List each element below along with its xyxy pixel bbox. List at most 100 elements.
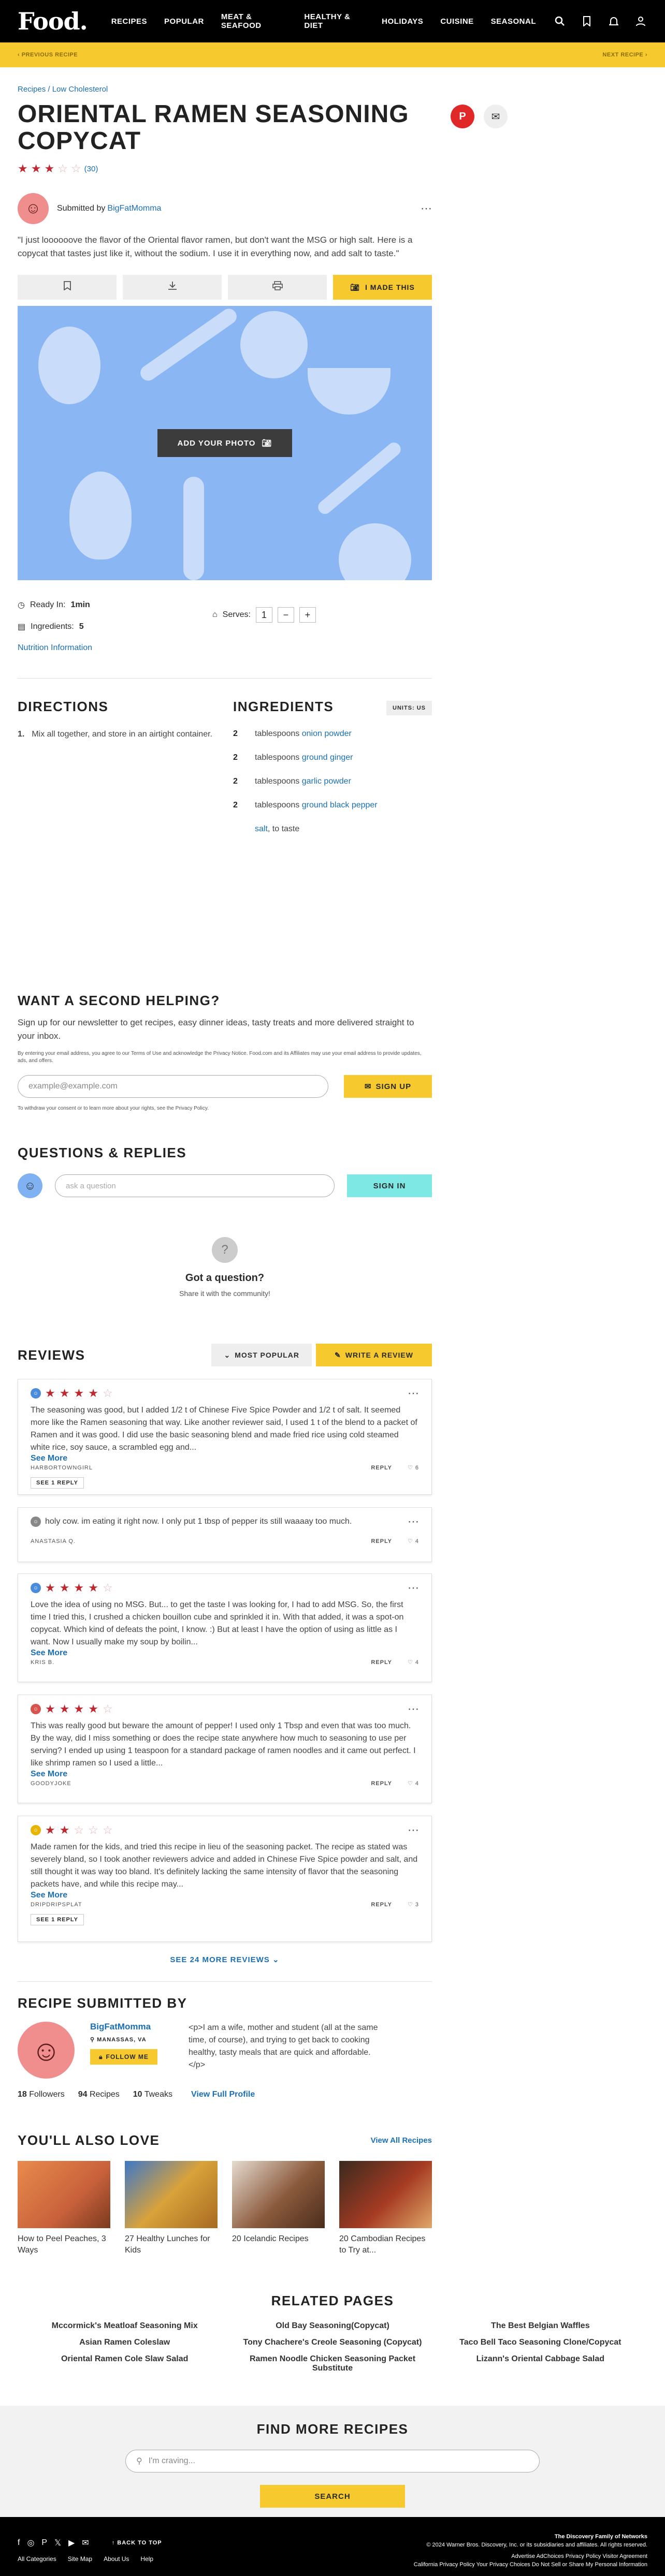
save-button[interactable] — [18, 275, 117, 300]
email-icon[interactable]: ✉ — [484, 105, 508, 128]
footer-network[interactable]: The Discovery Family of Networks — [414, 2533, 647, 2541]
nav-item-healthy-diet[interactable]: HEALTHY & DIET — [304, 12, 365, 30]
related-link[interactable]: Lizann's Oriental Cabbage Salad — [437, 2354, 644, 2373]
servings-value[interactable]: 1 — [255, 607, 272, 623]
recipe-card-title[interactable]: 20 Icelandic Recipes — [232, 2233, 325, 2245]
more-options-icon[interactable]: ⋯ — [408, 1702, 419, 1716]
see-more-link[interactable]: See More — [31, 1454, 67, 1463]
reply-button[interactable]: REPLY — [371, 1659, 392, 1666]
nav-item-recipes[interactable]: RECIPES — [111, 17, 147, 26]
bookmark-icon[interactable] — [580, 14, 594, 28]
review-user[interactable]: HARBORTOWNGIRL — [31, 1465, 93, 1471]
related-link[interactable]: Tony Chachere's Creole Seasoning (Copyca… — [228, 2338, 436, 2347]
previous-recipe-link[interactable]: ‹ PREVIOUS RECIPE — [18, 52, 78, 58]
nav-item-meat-seafood[interactable]: MEAT & SEAFOOD — [221, 12, 287, 30]
footer-link[interactable]: Site Map — [68, 2555, 92, 2563]
print-button[interactable] — [228, 275, 327, 300]
more-options-icon[interactable]: ⋯ — [408, 1823, 419, 1837]
reply-button[interactable]: REPLY — [371, 1780, 392, 1787]
recipe-thumbnail[interactable] — [232, 2161, 325, 2228]
review-user[interactable]: GOODYJOKE — [31, 1780, 71, 1787]
see-more-link[interactable]: See More — [31, 1770, 67, 1778]
see-more-link[interactable]: See More — [31, 1648, 67, 1657]
add-photo-button[interactable]: ADD YOUR PHOTO 📷︎ — [157, 429, 292, 457]
nav-item-seasonal[interactable]: SEASONAL — [491, 17, 536, 26]
view-full-profile-link[interactable]: View Full Profile — [191, 2090, 255, 2099]
email-icon[interactable]: ✉ — [82, 2538, 89, 2548]
ingredient-link[interactable]: ground black pepper — [302, 801, 378, 809]
recipe-rating[interactable]: ★ ★ ★ ☆ ☆ (30) — [18, 162, 432, 175]
sign-in-button[interactable]: SIGN IN — [347, 1174, 432, 1197]
more-options-icon[interactable]: ⋯ — [421, 202, 432, 215]
site-logo[interactable]: Food. — [18, 7, 88, 35]
reply-button[interactable]: REPLY — [371, 1902, 392, 1908]
avatar[interactable]: ☺ — [18, 193, 49, 224]
write-review-button[interactable]: ✎ WRITE A REVIEW — [316, 1344, 432, 1366]
see-more-reviews-button[interactable]: SEE 24 MORE REVIEWS ⌄ — [18, 1955, 432, 1964]
recipe-card[interactable]: 27 Healthy Lunches for Kids — [125, 2161, 218, 2256]
more-options-icon[interactable]: ⋯ — [408, 1387, 419, 1400]
nav-item-cuisine[interactable]: CUISINE — [440, 17, 473, 26]
see-replies-button[interactable]: SEE 1 REPLY — [31, 1477, 84, 1489]
recipe-card[interactable]: 20 Icelandic Recipes — [232, 2161, 325, 2256]
avatar[interactable]: ☺ — [18, 2022, 75, 2079]
footer-link[interactable]: About Us — [104, 2555, 129, 2563]
reply-button[interactable]: REPLY — [371, 1465, 392, 1471]
submitter-name[interactable]: BigFatMomma — [90, 2022, 151, 2032]
ingredient-link[interactable]: ground ginger — [302, 753, 353, 762]
download-button[interactable] — [123, 275, 222, 300]
related-link[interactable]: Ramen Noodle Chicken Seasoning Packet Su… — [228, 2354, 436, 2373]
rating-count-link[interactable]: (30) — [84, 165, 98, 173]
next-recipe-link[interactable]: NEXT RECIPE › — [602, 52, 647, 58]
ingredient-link[interactable]: onion powder — [302, 729, 352, 738]
related-link[interactable]: The Best Belgian Waffles — [437, 2321, 644, 2331]
related-link[interactable]: Mccormick's Meatloaf Seasoning Mix — [21, 2321, 228, 2331]
like-button[interactable]: ♡ 4 — [408, 1659, 419, 1666]
question-input[interactable]: ask a question — [55, 1174, 335, 1197]
recipe-card[interactable]: How to Peel Peaches, 3 Ways — [18, 2161, 110, 2256]
related-link[interactable]: Oriental Ramen Cole Slaw Salad — [21, 2354, 228, 2373]
facebook-icon[interactable]: f — [18, 2538, 20, 2548]
follow-button[interactable]: 🔒︎ FOLLOW ME — [90, 2049, 157, 2065]
see-replies-button[interactable]: SEE 1 REPLY — [31, 1914, 84, 1925]
footer-policy-links[interactable]: Advertise AdChoices Privacy Policy Visit… — [414, 2552, 647, 2560]
footer-privacy-links[interactable]: California Privacy Policy Your Privacy C… — [414, 2560, 647, 2569]
recipe-card-title[interactable]: 20 Cambodian Recipes to Try at... — [339, 2233, 432, 2256]
sort-reviews-button[interactable]: ⌄ MOST POPULAR — [211, 1344, 312, 1366]
bell-icon[interactable] — [607, 14, 620, 28]
ingredient-link[interactable]: garlic powder — [302, 777, 351, 786]
review-user[interactable]: ANASTASIA Q. — [31, 1538, 76, 1544]
youtube-icon[interactable]: ▶ — [68, 2538, 75, 2548]
like-button[interactable]: ♡ 4 — [408, 1538, 419, 1545]
breadcrumb[interactable]: Recipes / Low Cholesterol — [18, 85, 432, 94]
more-options-icon[interactable]: ⋯ — [408, 1515, 419, 1528]
author-link[interactable]: BigFatMomma — [107, 204, 161, 213]
decrease-servings-button[interactable]: − — [277, 607, 294, 623]
search-button[interactable]: SEARCH — [260, 2485, 405, 2508]
i-made-this-button[interactable]: 📷︎ I MADE THIS — [333, 275, 432, 300]
sign-up-button[interactable]: ✉ SIGN UP — [344, 1075, 432, 1098]
user-icon[interactable] — [634, 14, 647, 28]
nav-item-popular[interactable]: POPULAR — [164, 17, 204, 26]
nav-item-holidays[interactable]: HOLIDAYS — [382, 17, 423, 26]
view-all-recipes-link[interactable]: View All Recipes — [371, 2136, 432, 2145]
related-link[interactable]: Old Bay Seasoning(Copycat) — [228, 2321, 436, 2331]
email-field[interactable]: example@example.com — [18, 1075, 328, 1098]
reply-button[interactable]: REPLY — [371, 1538, 392, 1544]
footer-link[interactable]: Help — [140, 2555, 153, 2563]
twitter-icon[interactable]: 𝕏 — [54, 2538, 61, 2548]
craving-search-input[interactable]: ⚲ I'm craving... — [125, 2450, 540, 2472]
footer-link[interactable]: All Categories — [18, 2555, 56, 2563]
ingredient-link[interactable]: salt — [255, 825, 268, 833]
recipe-card[interactable]: 20 Cambodian Recipes to Try at... — [339, 2161, 432, 2256]
like-button[interactable]: ♡ 4 — [408, 1780, 419, 1787]
recipe-card-title[interactable]: How to Peel Peaches, 3 Ways — [18, 2233, 110, 2256]
related-link[interactable]: Asian Ramen Coleslaw — [21, 2338, 228, 2347]
increase-servings-button[interactable]: + — [299, 607, 316, 623]
nutrition-link[interactable]: Nutrition Information — [18, 643, 432, 653]
units-toggle[interactable]: UNITS: US — [386, 701, 432, 715]
back-to-top-button[interactable]: ↑ BACK TO TOP — [112, 2540, 162, 2546]
pinterest-icon[interactable]: P — [451, 105, 474, 128]
more-options-icon[interactable]: ⋯ — [408, 1581, 419, 1595]
recipe-thumbnail[interactable] — [125, 2161, 218, 2228]
